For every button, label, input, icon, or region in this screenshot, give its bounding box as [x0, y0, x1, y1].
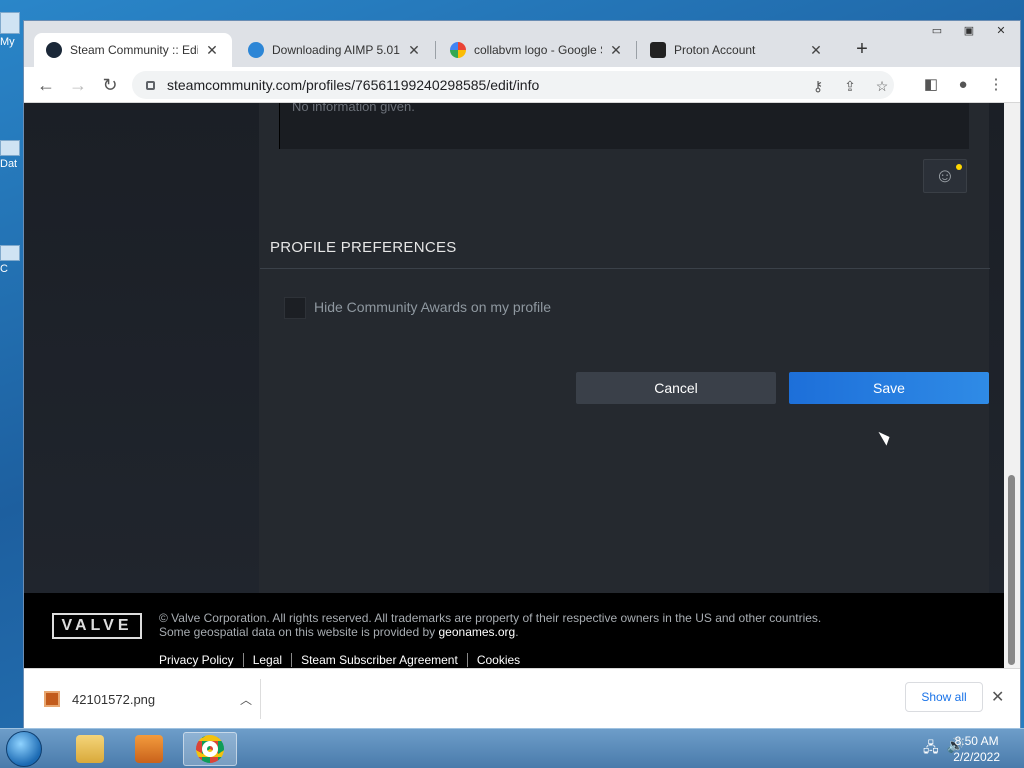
- footer-links: Privacy Policy Legal Steam Subscriber Ag…: [159, 653, 529, 667]
- desktop-icon-my-computer[interactable]: My: [0, 12, 22, 48]
- tab-google[interactable]: collabvm logo - Google S ✕: [438, 33, 636, 67]
- tab-separator: [636, 41, 637, 59]
- share-icon[interactable]: ⇪: [838, 78, 862, 95]
- tab-label: Proton Account: [674, 43, 756, 57]
- close-icon[interactable]: ✕: [991, 687, 1004, 707]
- tab-proton[interactable]: Proton Account ✕: [638, 33, 836, 67]
- back-icon[interactable]: ←: [34, 73, 58, 97]
- subscriber-agreement-link[interactable]: Steam Subscriber Agreement: [291, 653, 467, 667]
- page-body: No information given. ☺ PROFILE PREFEREN…: [24, 103, 1004, 593]
- lock-icon: [146, 80, 155, 90]
- geonames-link[interactable]: geonames.org: [439, 625, 516, 639]
- start-button[interactable]: [6, 731, 42, 767]
- page-scrollbar[interactable]: [1004, 103, 1020, 668]
- show-all-button[interactable]: Show all: [905, 682, 983, 712]
- close-icon[interactable]: ✕: [406, 42, 422, 59]
- summary-box[interactable]: No information given.: [279, 103, 969, 149]
- copyright-text: © Valve Corporation. All rights reserved…: [159, 611, 822, 625]
- cancel-button[interactable]: Cancel: [576, 372, 776, 404]
- aimp-icon: [248, 42, 264, 58]
- tab-label: Downloading AIMP 5.01 B: [272, 43, 400, 57]
- network-icon[interactable]: 🖧: [923, 737, 939, 761]
- scrollbar-thumb[interactable]: [1008, 475, 1015, 665]
- section-title: PROFILE PREFERENCES: [270, 239, 457, 256]
- download-bar: 42101572.png ︿ Show all ✕: [24, 668, 1020, 728]
- tab-label: collabvm logo - Google S: [474, 43, 602, 57]
- clock[interactable]: 8:50 AM 2/2/2022: [953, 733, 1000, 765]
- computer-icon: [0, 12, 20, 34]
- reload-icon[interactable]: ↻: [98, 73, 122, 97]
- hide-awards-checkbox[interactable]: [284, 297, 306, 319]
- omnibox-actions: ⚷ ⇪ ☆: [806, 75, 894, 97]
- steam-footer: VALVE © Valve Corporation. All rights re…: [24, 593, 1004, 668]
- chevron-up-icon[interactable]: ︿: [240, 691, 260, 708]
- legal-link[interactable]: Legal: [242, 653, 291, 667]
- star-icon[interactable]: ☆: [870, 78, 894, 95]
- clock-date: 2/2/2022: [953, 750, 1000, 764]
- proton-icon: [650, 42, 666, 58]
- profile-icon[interactable]: ●: [951, 73, 975, 97]
- desktop-icon-c[interactable]: C: [0, 245, 22, 275]
- google-icon: [450, 42, 466, 58]
- drive-icon: [0, 140, 20, 156]
- tab-steam-community[interactable]: Steam Community :: Edit P ✕: [34, 33, 232, 67]
- content-column: [259, 103, 989, 593]
- summary-text: No information given.: [292, 103, 415, 114]
- media-player-icon: [135, 735, 163, 763]
- steam-edit-profile-page: No information given. ☺ PROFILE PREFEREN…: [24, 103, 1004, 668]
- menu-icon[interactable]: ⋮: [984, 73, 1008, 97]
- privacy-policy-link[interactable]: Privacy Policy: [159, 653, 243, 667]
- cookies-link[interactable]: Cookies: [466, 653, 529, 667]
- chrome-icon: [196, 735, 224, 763]
- smiley-icon: ☺: [934, 165, 956, 187]
- download-item[interactable]: 42101572.png ︿: [36, 679, 261, 719]
- taskbar-media-player[interactable]: [122, 732, 176, 766]
- key-icon[interactable]: ⚷: [806, 78, 830, 95]
- browser-toolbar: ← → ↻ steamcommunity.com/profiles/765611…: [24, 67, 1020, 103]
- taskbar-explorer[interactable]: [63, 732, 117, 766]
- desktop-icon-data[interactable]: Dat: [0, 140, 22, 170]
- geospatial-text: Some geospatial data on this website is …: [159, 625, 519, 639]
- desktop-icon-label: C: [0, 263, 8, 275]
- browser-window: ▭ ▣ ✕ Steam Community :: Edit P ✕ Downlo…: [23, 20, 1021, 728]
- steam-icon: [46, 42, 62, 58]
- tab-separator: [435, 41, 436, 59]
- desktop-icon-label: My: [0, 36, 15, 48]
- new-tab-button[interactable]: +: [852, 38, 872, 61]
- drive-icon: [0, 245, 20, 261]
- taskbar: 🖧 🔊 8:50 AM 2/2/2022: [0, 728, 1024, 768]
- url-text: steamcommunity.com/profiles/765611992402…: [167, 77, 540, 93]
- taskbar-chrome[interactable]: [183, 732, 237, 766]
- tab-label: Steam Community :: Edit P: [70, 43, 198, 57]
- geospatial-suffix: .: [515, 625, 519, 639]
- close-icon[interactable]: ✕: [204, 42, 220, 59]
- side-panel-icon[interactable]: ◧: [919, 73, 943, 97]
- folder-icon: [76, 735, 104, 763]
- image-file-icon: [44, 691, 60, 707]
- section-divider: [260, 268, 990, 269]
- valve-logo[interactable]: VALVE: [52, 613, 142, 639]
- close-icon[interactable]: ✕: [608, 42, 624, 59]
- desktop-icon-label: Dat: [0, 158, 18, 170]
- hide-awards-label[interactable]: Hide Community Awards on my profile: [314, 299, 551, 315]
- tab-aimp[interactable]: Downloading AIMP 5.01 B ✕: [236, 33, 434, 67]
- tab-strip: Steam Community :: Edit P ✕ Downloading …: [24, 21, 1020, 67]
- download-filename: 42101572.png: [72, 691, 156, 707]
- clock-time: 8:50 AM: [954, 734, 999, 748]
- forward-icon[interactable]: →: [66, 73, 90, 97]
- save-button[interactable]: Save: [789, 372, 989, 404]
- geospatial-prefix: Some geospatial data on this website is …: [159, 625, 439, 639]
- notification-dot: [956, 164, 962, 170]
- close-icon[interactable]: ✕: [808, 42, 824, 59]
- address-bar[interactable]: steamcommunity.com/profiles/765611992402…: [132, 71, 894, 99]
